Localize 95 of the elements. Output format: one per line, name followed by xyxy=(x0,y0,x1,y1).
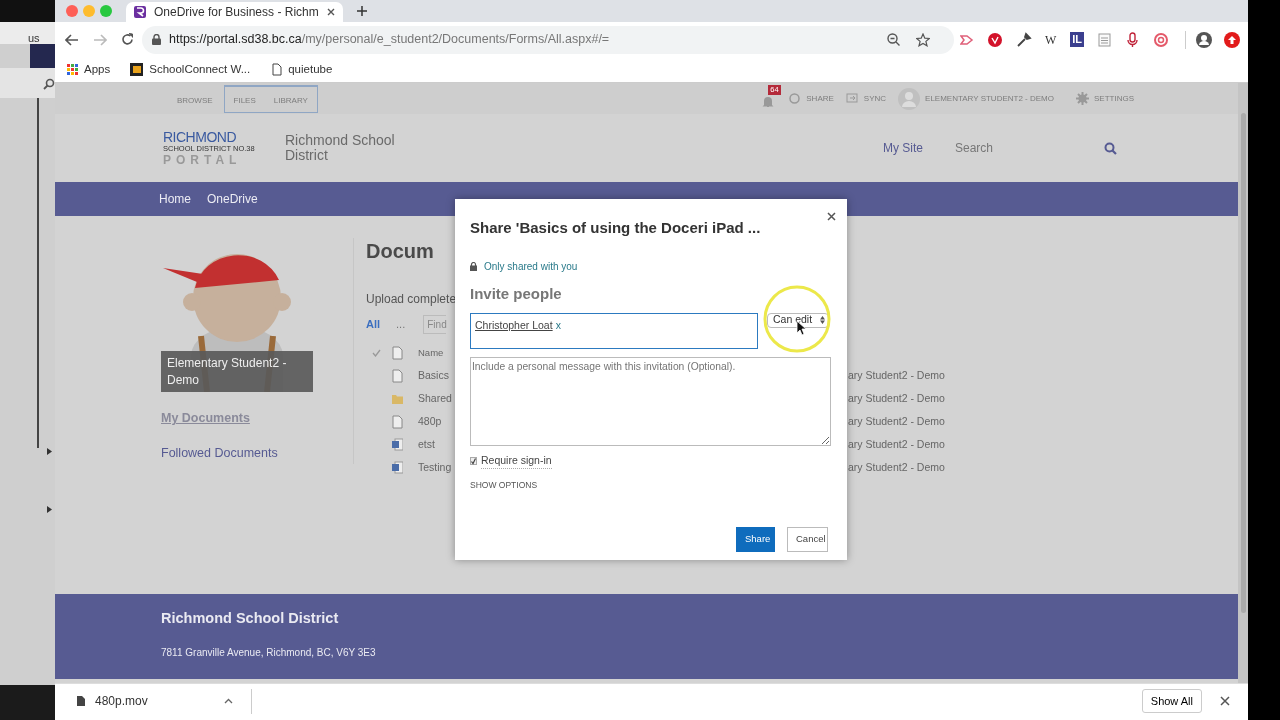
window-header-bar xyxy=(30,44,55,68)
page-icon xyxy=(272,63,283,76)
bell-icon[interactable] xyxy=(762,94,775,107)
message-field[interactable]: Include a personal message with this invitation (Optional). xyxy=(470,356,831,446)
reload-icon[interactable] xyxy=(121,33,134,46)
site-title[interactable]: Richmond School District xyxy=(285,132,415,164)
file-name[interactable]: Basics xyxy=(418,367,455,384)
extension-button[interactable]: IL xyxy=(1070,32,1084,47)
page-title: Docum xyxy=(366,239,435,264)
remove-invitee-link[interactable]: x xyxy=(555,318,561,331)
checkbox-label[interactable]: Require sign-in xyxy=(481,452,552,470)
people-field[interactable]: Christopher Loat x xyxy=(470,312,758,349)
file-name[interactable]: etst xyxy=(418,436,455,453)
microphone-icon[interactable] xyxy=(1125,31,1141,48)
ribbon-tab[interactable]: FILES xyxy=(224,86,265,112)
window-text: us xyxy=(28,31,40,46)
profile-name: Elementary Student2 - Demo xyxy=(161,351,313,392)
search-icon[interactable] xyxy=(1104,141,1117,155)
address-bar[interactable]: https://portal.sd38.bc.ca/my/personal/e_student2/Documents/Forms/All.aspx#/= xyxy=(142,25,954,54)
browser-tab[interactable]: OneDrive for Business - Richm xyxy=(126,2,343,22)
extension-button[interactable]: W xyxy=(1044,30,1057,49)
show-options-link[interactable]: SHOW OPTIONS xyxy=(470,479,538,492)
nav-link[interactable]: Home xyxy=(159,190,191,208)
show-all-button[interactable]: Show All xyxy=(1141,688,1202,714)
bookmark-link[interactable]: quietube xyxy=(272,60,333,79)
close-icon[interactable] xyxy=(827,212,836,221)
view-link[interactable]: ... xyxy=(396,315,406,333)
grid-icon xyxy=(67,64,78,75)
file-icon xyxy=(392,346,403,360)
dropper-icon[interactable] xyxy=(1015,31,1032,48)
table-cell-text: ary Student2 - Demo xyxy=(848,367,945,383)
sharing-status[interactable]: Only shared with you xyxy=(484,258,578,274)
ribbon-tab[interactable]: BROWSE xyxy=(172,84,218,113)
file-name[interactable]: 480p xyxy=(418,413,455,430)
user-avatar-icon xyxy=(898,87,921,110)
section-heading: Invite people xyxy=(470,284,563,303)
tab-title: OneDrive for Business - Richm xyxy=(154,4,319,21)
file-icon xyxy=(392,414,403,429)
search-icon[interactable] xyxy=(43,78,55,90)
zoom-out-icon[interactable] xyxy=(886,33,900,46)
updown-icon xyxy=(820,316,825,324)
word-document-icon xyxy=(392,437,403,452)
file-name[interactable]: Testing xyxy=(418,459,455,476)
checkmark-icon[interactable] xyxy=(372,349,381,357)
my-site-link[interactable]: My Site xyxy=(883,139,923,157)
bookmark-link[interactable]: SchoolConnect W... xyxy=(130,60,251,79)
column-header[interactable]: Name xyxy=(418,345,444,361)
ribbon-tab[interactable]: LIBRARY xyxy=(264,86,317,112)
highlight-ring xyxy=(762,284,832,354)
dialog-button[interactable]: Share xyxy=(736,527,775,552)
file-icon xyxy=(392,368,403,383)
download-item[interactable]: 480p.mov xyxy=(77,688,252,714)
ribbon-action[interactable]: SYNC xyxy=(845,92,887,105)
ribbon-action[interactable]: ELEMENTARY STUDENT2 - DEMO xyxy=(898,87,1054,110)
document-icon[interactable] xyxy=(1097,31,1113,48)
ribbon-action[interactable]: SHARE xyxy=(788,92,834,105)
triangle-icon[interactable] xyxy=(47,448,52,455)
file-icon xyxy=(77,696,85,706)
table-cell-text: ary Student2 - Demo xyxy=(848,436,945,452)
file-name[interactable]: Shared xyxy=(418,390,455,407)
lock-icon xyxy=(152,34,161,45)
ribbon-action[interactable]: SETTINGS xyxy=(1076,92,1134,105)
view-link[interactable]: All xyxy=(366,315,381,333)
footer-title: Richmond School District xyxy=(161,609,340,628)
search-field[interactable]: Search xyxy=(947,135,1123,161)
table-cell-text: ary Student2 - Demo xyxy=(848,459,945,475)
site-icon xyxy=(130,63,144,76)
scrollbar-thumb[interactable] xyxy=(1240,113,1246,613)
badge-icon[interactable] xyxy=(987,31,1004,48)
table-cell-text: ary Student2 - Demo xyxy=(848,413,945,429)
gear-icon xyxy=(1076,92,1089,105)
triangle-icon[interactable] xyxy=(47,506,52,513)
favicon-icon xyxy=(134,6,146,18)
invitee-name[interactable]: Christopher Loat xyxy=(475,318,553,331)
bookmark-link[interactable]: Apps xyxy=(67,60,111,79)
footer-address: 7811 Granville Avenue, Richmond, BC, V6Y 3E3 xyxy=(161,645,377,660)
update-icon[interactable] xyxy=(1224,31,1240,48)
url-text: https://portal.sd38.bc.ca/my/personal/e_student2/Documents/Forms/All.aspx#/= xyxy=(169,31,610,49)
dialog-button[interactable]: Cancel xyxy=(787,527,828,552)
lock-icon xyxy=(470,261,477,271)
back-icon[interactable] xyxy=(65,33,79,46)
profile-link[interactable]: Followed Documents xyxy=(161,443,313,463)
dialog-title: Share 'Basics of using the Doceri iPad ... xyxy=(470,218,761,238)
close-icon[interactable] xyxy=(1220,696,1230,706)
new-tab-icon[interactable] xyxy=(355,5,368,17)
profile-icon[interactable] xyxy=(1196,31,1212,48)
status-text: Upload complete xyxy=(366,291,457,308)
table-cell-text: ary Student2 - Demo xyxy=(848,390,945,406)
close-icon[interactable] xyxy=(326,8,335,16)
ring-icon[interactable] xyxy=(1153,31,1169,48)
checkbox[interactable] xyxy=(470,456,477,465)
nav-link[interactable]: OneDrive xyxy=(207,190,258,208)
word-document-icon xyxy=(392,460,403,475)
caret-icon[interactable] xyxy=(224,698,233,704)
star-icon[interactable] xyxy=(915,32,930,47)
